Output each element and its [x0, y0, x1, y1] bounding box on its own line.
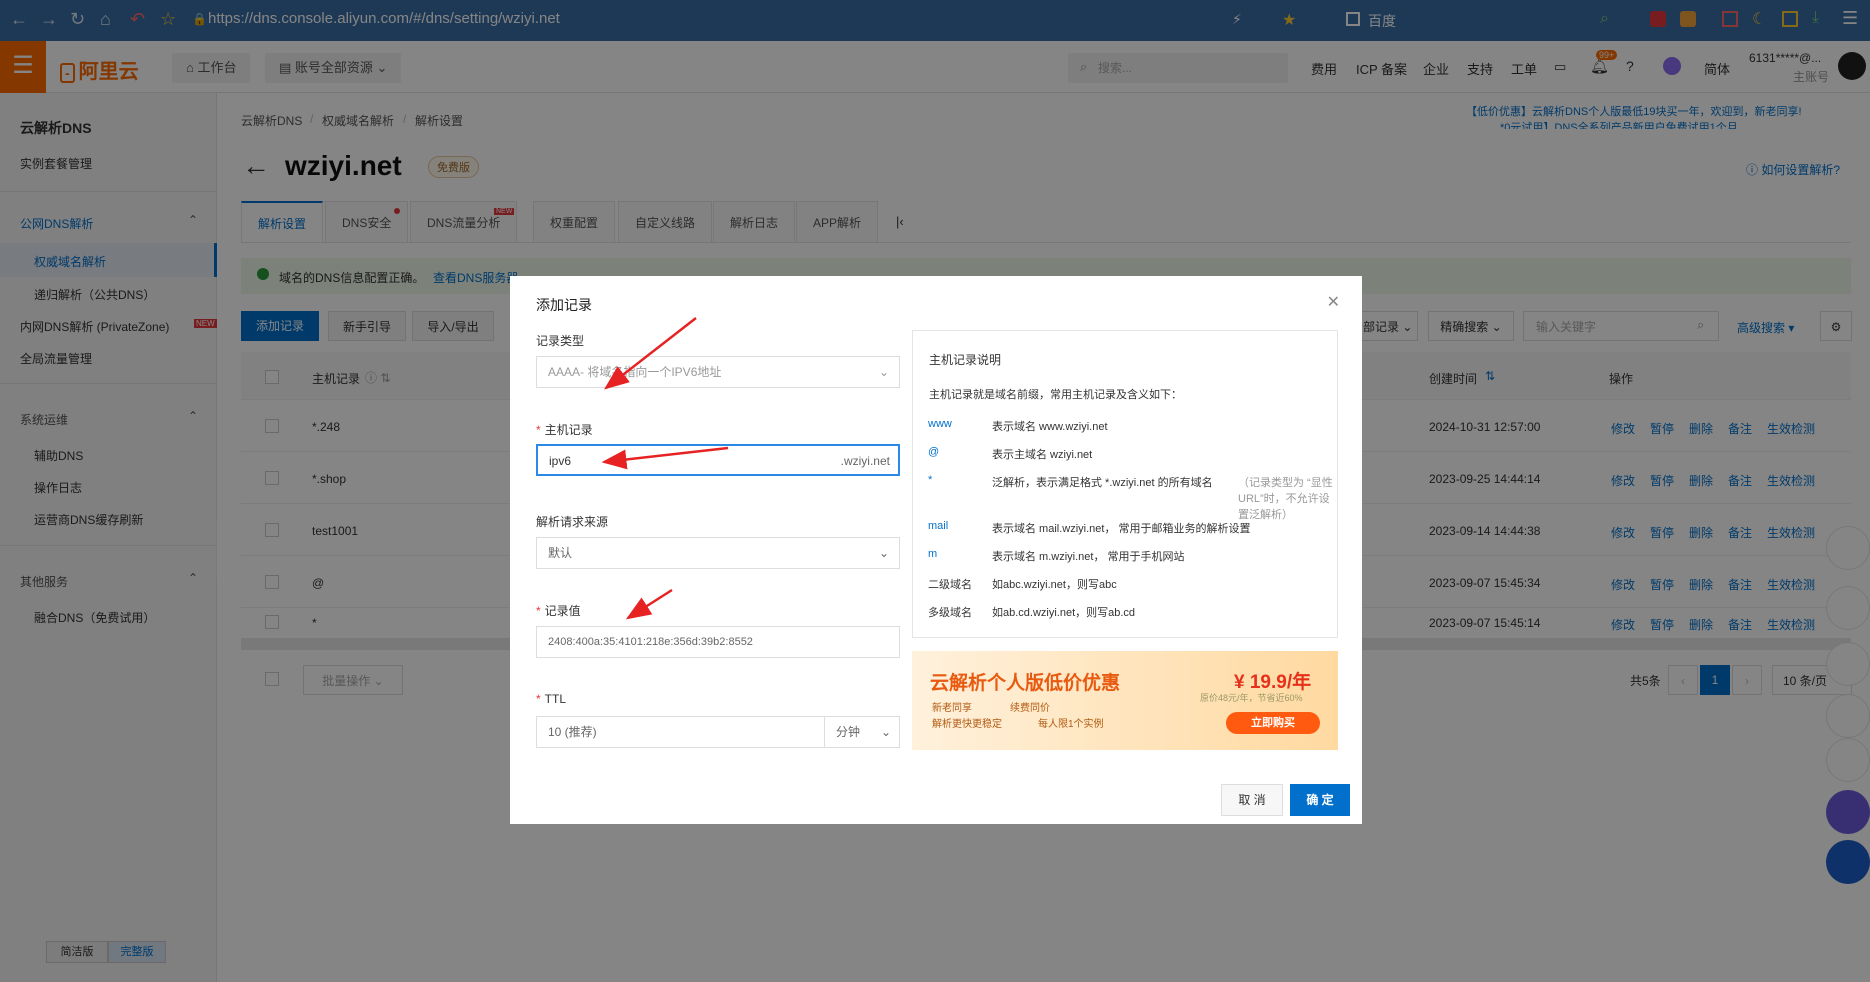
- arrow-value: [625, 588, 673, 620]
- arrow-record-type: [604, 317, 697, 390]
- arrow-host: [601, 446, 729, 470]
- annotation-arrows: [601, 317, 729, 620]
